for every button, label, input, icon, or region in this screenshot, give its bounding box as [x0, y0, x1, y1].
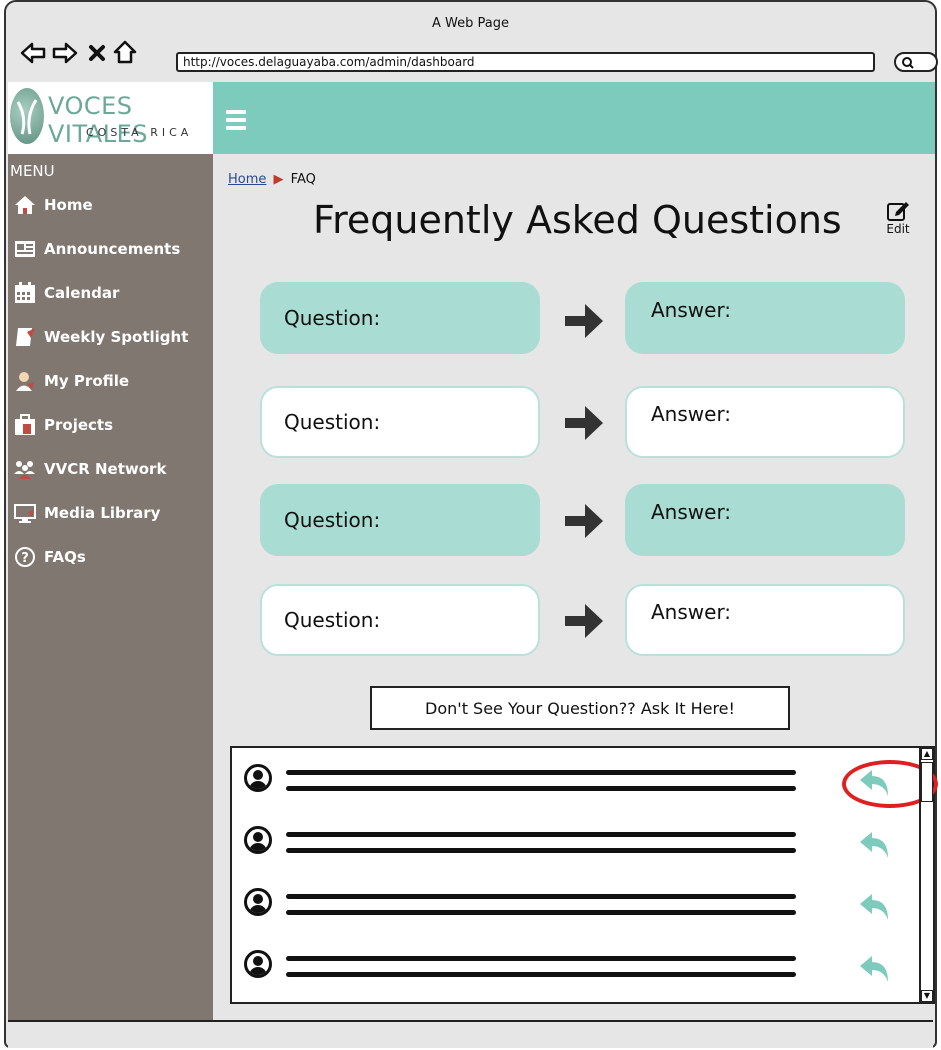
sidebar-item-projects[interactable]: Projects: [14, 412, 113, 438]
announcements-icon: [14, 238, 36, 260]
arrow-right-icon: [565, 406, 603, 440]
brand-title: VOCES VITALES: [48, 92, 148, 148]
url-input[interactable]: http://voces.delaguayaba.com/admin/dashb…: [176, 52, 875, 72]
thread-text-line: [286, 972, 796, 977]
arrow-right-icon: [565, 504, 603, 538]
avatar-icon: [244, 950, 272, 978]
stop-icon[interactable]: [88, 44, 106, 62]
breadcrumb: Home ▶ FAQ: [228, 172, 316, 187]
profile-icon: [14, 370, 36, 392]
sidebar-item-calendar[interactable]: Calendar: [14, 280, 119, 306]
brand-subtitle: COSTA RICA: [86, 126, 193, 139]
thread-text-line: [286, 786, 796, 791]
faq-question-label: Question:: [284, 306, 381, 330]
faq-answer-card[interactable]: Answer:: [625, 282, 905, 354]
breadcrumb-current: FAQ: [290, 172, 316, 187]
home-browser-icon[interactable]: [112, 40, 138, 64]
menu-label: MENU: [10, 162, 55, 180]
back-icon[interactable]: [20, 42, 46, 64]
sidebar-item-label: Calendar: [44, 284, 120, 302]
network-icon: [14, 458, 36, 480]
sidebar-item-label: Projects: [44, 416, 114, 434]
main-content: Home ▶ FAQ Frequently Asked Questions Ed…: [213, 154, 938, 1020]
faq-answer-card[interactable]: Answer:: [625, 484, 905, 556]
faq-question-card[interactable]: Question:: [260, 282, 540, 354]
svg-text:?: ?: [21, 551, 29, 566]
avatar-icon: [244, 826, 272, 854]
avatar-icon: [244, 764, 272, 792]
thread-row: [244, 758, 924, 808]
sidebar-item-label: VVCR Network: [44, 460, 167, 478]
faq-answer-label: Answer:: [651, 600, 732, 624]
thread-text-line: [286, 832, 796, 837]
thread-row: [244, 820, 924, 870]
calendar-icon: [14, 282, 36, 304]
thread-row: [244, 944, 924, 994]
sidebar-item-label: Announcements: [44, 240, 181, 258]
faq-answer-label: Answer:: [651, 298, 732, 322]
faq-question-card[interactable]: Question:: [260, 584, 540, 656]
sidebar-item-faqs[interactable]: ? FAQs: [14, 544, 86, 570]
thread-text-line: [286, 894, 796, 899]
window-title: A Web Page: [432, 16, 509, 31]
sidebar-item-label: Weekly Spotlight: [44, 328, 189, 346]
sidebar-item-vvcr-network[interactable]: VVCR Network: [14, 456, 166, 482]
edit-label: Edit: [886, 222, 910, 236]
scrollbar[interactable]: ▲ ▼: [919, 748, 933, 1002]
sidebar-item-my-profile[interactable]: My Profile: [14, 368, 129, 394]
sidebar-item-label: My Profile: [44, 372, 130, 390]
status-bar: [8, 1020, 933, 1048]
sidebar-item-label: Home: [44, 196, 93, 214]
faq-question-card[interactable]: Question:: [260, 484, 540, 556]
thread-text-line: [286, 770, 796, 775]
ask-question-button[interactable]: Don't See Your Question?? Ask It Here!: [370, 686, 790, 730]
avatar-icon: [244, 888, 272, 916]
logo[interactable]: VOCES VITALES COSTA RICA: [8, 82, 213, 154]
thread-text-line: [286, 910, 796, 915]
faq-answer-label: Answer:: [651, 500, 732, 524]
faq-icon: ?: [14, 546, 36, 568]
arrow-right-icon: [565, 604, 603, 638]
hamburger-menu-icon[interactable]: [226, 110, 246, 134]
sidebar-item-weekly-spotlight[interactable]: Weekly Spotlight: [14, 324, 188, 350]
edit-icon: [887, 202, 909, 221]
sidebar-item-announcements[interactable]: Announcements: [14, 236, 180, 262]
thread-text-line: [286, 848, 796, 853]
sidebar-item-label: FAQs: [44, 548, 86, 566]
faq-question-label: Question:: [284, 410, 381, 434]
browser-search[interactable]: [894, 52, 938, 72]
reply-icon[interactable]: [858, 954, 892, 984]
thread-row: [244, 882, 924, 932]
page-title: Frequently Asked Questions: [313, 198, 842, 242]
faq-question-label: Question:: [284, 608, 381, 632]
media-icon: [14, 502, 36, 524]
faq-question-card[interactable]: Question:: [260, 386, 540, 458]
home-icon: [14, 194, 36, 216]
question-thread-list[interactable]: ▲ ▼: [230, 746, 938, 1004]
sidebar-item-home[interactable]: Home: [14, 192, 93, 218]
projects-icon: [14, 414, 36, 436]
faq-question-label: Question:: [284, 508, 381, 532]
faq-answer-card[interactable]: Answer:: [625, 386, 905, 458]
reply-icon[interactable]: [858, 830, 892, 860]
edit-button[interactable]: Edit: [883, 198, 913, 236]
faq-answer-label: Answer:: [651, 402, 732, 426]
search-icon: [902, 57, 914, 69]
thread-text-line: [286, 956, 796, 961]
scroll-down-icon[interactable]: ▼: [921, 990, 933, 1002]
logo-emblem: [10, 88, 44, 144]
faq-answer-card[interactable]: Answer:: [625, 584, 905, 656]
spotlight-icon: [14, 326, 36, 348]
top-header-bar: [213, 82, 935, 154]
scroll-up-icon[interactable]: ▲: [921, 748, 933, 760]
breadcrumb-home-link[interactable]: Home: [228, 172, 266, 187]
scroll-thumb[interactable]: [921, 762, 933, 802]
sidebar: MENU Home Announcements Calendar Weekly …: [8, 154, 213, 1020]
reply-icon[interactable]: [858, 892, 892, 922]
sidebar-item-label: Media Library: [44, 504, 161, 522]
forward-icon[interactable]: [52, 42, 78, 64]
sidebar-item-media-library[interactable]: Media Library: [14, 500, 160, 526]
arrow-right-icon: [565, 304, 603, 338]
chevron-right-icon: ▶: [273, 172, 284, 187]
